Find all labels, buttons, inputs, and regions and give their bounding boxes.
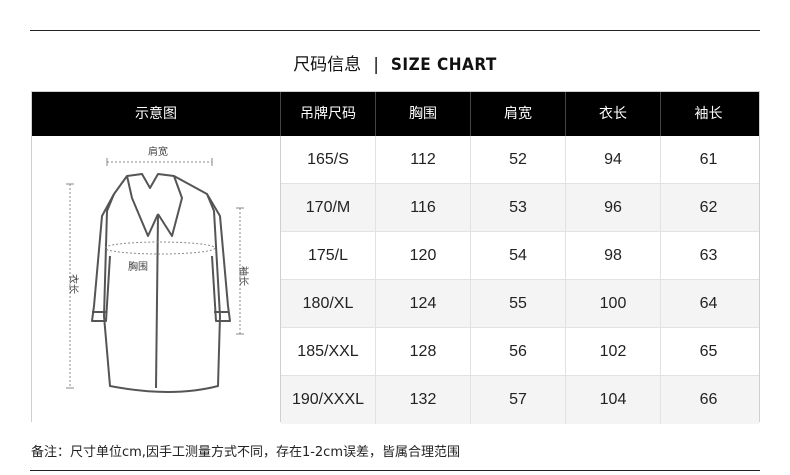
cell-size: 170/M <box>281 184 376 231</box>
cell-chest: 124 <box>376 280 471 327</box>
cell-shoulder: 56 <box>471 328 566 375</box>
cell-sleeve: 64 <box>699 295 718 312</box>
cell-length: 96 <box>566 184 661 231</box>
footnote: 备注：尺寸单位cm,因手工测量方式不同，存在1-2cm误差，皆属合理范围 <box>31 445 460 460</box>
cell-shoulder: 53 <box>471 184 566 231</box>
label-sleeve: 袖长 <box>237 266 250 286</box>
cell-size: 180/XL <box>281 280 376 327</box>
cell-length: 102 <box>566 328 661 375</box>
table-row: 165/S 112 52 94 61 <box>281 136 759 184</box>
title-cn: 尺码信息 <box>293 55 362 75</box>
cell-size: 175/L <box>281 232 376 279</box>
cell-chest: 120 <box>376 232 471 279</box>
cell-shoulder: 55 <box>471 280 566 327</box>
cell-chest: 128 <box>376 328 471 375</box>
header-diagram: 示意图 <box>32 92 281 136</box>
table-body: 165/S 112 52 94 61 170/M 116 53 96 62 17… <box>281 136 759 424</box>
cell-shoulder: 54 <box>471 232 566 279</box>
header-chest: 胸围 <box>376 92 471 136</box>
cell-sleeve: 62 <box>699 199 718 216</box>
cell-shoulder: 57 <box>471 376 566 424</box>
cell-length: 94 <box>566 136 661 183</box>
table-row: 175/L 120 54 98 63 <box>281 232 759 280</box>
bottom-divider <box>30 470 760 471</box>
cell-sleeve: 63 <box>699 247 718 264</box>
table-row: 180/XL 124 55 100 64 <box>281 280 759 328</box>
top-divider <box>30 30 760 31</box>
cell-length: 104 <box>566 376 661 424</box>
table-row: 170/M 116 53 96 62 <box>281 184 759 232</box>
cell-length: 100 <box>566 280 661 327</box>
cell-size: 185/XXL <box>281 328 376 375</box>
header-sleeve: 袖长 <box>694 106 723 122</box>
coat-diagram: 肩宽 胸围 衣长 袖长 <box>32 136 281 422</box>
cell-sleeve: 61 <box>699 151 718 168</box>
cell-sleeve: 66 <box>699 391 718 408</box>
cell-length: 98 <box>566 232 661 279</box>
cell-sleeve: 65 <box>699 343 718 360</box>
table-header: 示意图 吊牌尺码 胸围 肩宽 衣长 袖长 <box>32 92 759 136</box>
cell-chest: 112 <box>376 136 471 183</box>
label-chest: 胸围 <box>128 260 148 273</box>
header-tag-size: 吊牌尺码 <box>281 92 376 136</box>
cell-shoulder: 52 <box>471 136 566 183</box>
title-en: SIZE CHART <box>390 55 497 75</box>
cell-chest: 132 <box>376 376 471 424</box>
cell-chest: 116 <box>376 184 471 231</box>
label-shoulder: 肩宽 <box>148 145 168 158</box>
header-shoulder: 肩宽 <box>471 92 566 136</box>
title-separator: | <box>373 55 379 75</box>
cell-size: 190/XXXL <box>281 376 376 424</box>
label-length: 衣长 <box>67 274 80 294</box>
header-length: 衣长 <box>566 92 661 136</box>
page-title: 尺码信息 | SIZE CHART <box>0 50 790 75</box>
table-row: 185/XXL 128 56 102 65 <box>281 328 759 376</box>
table-row: 190/XXXL 132 57 104 66 <box>281 376 759 424</box>
coat-illustration: 肩宽 胸围 衣长 袖长 <box>66 145 250 393</box>
size-table: 示意图 吊牌尺码 胸围 肩宽 衣长 袖长 肩宽 胸围 衣长 袖长 165/S 1… <box>31 91 760 424</box>
cell-size: 165/S <box>281 136 376 183</box>
